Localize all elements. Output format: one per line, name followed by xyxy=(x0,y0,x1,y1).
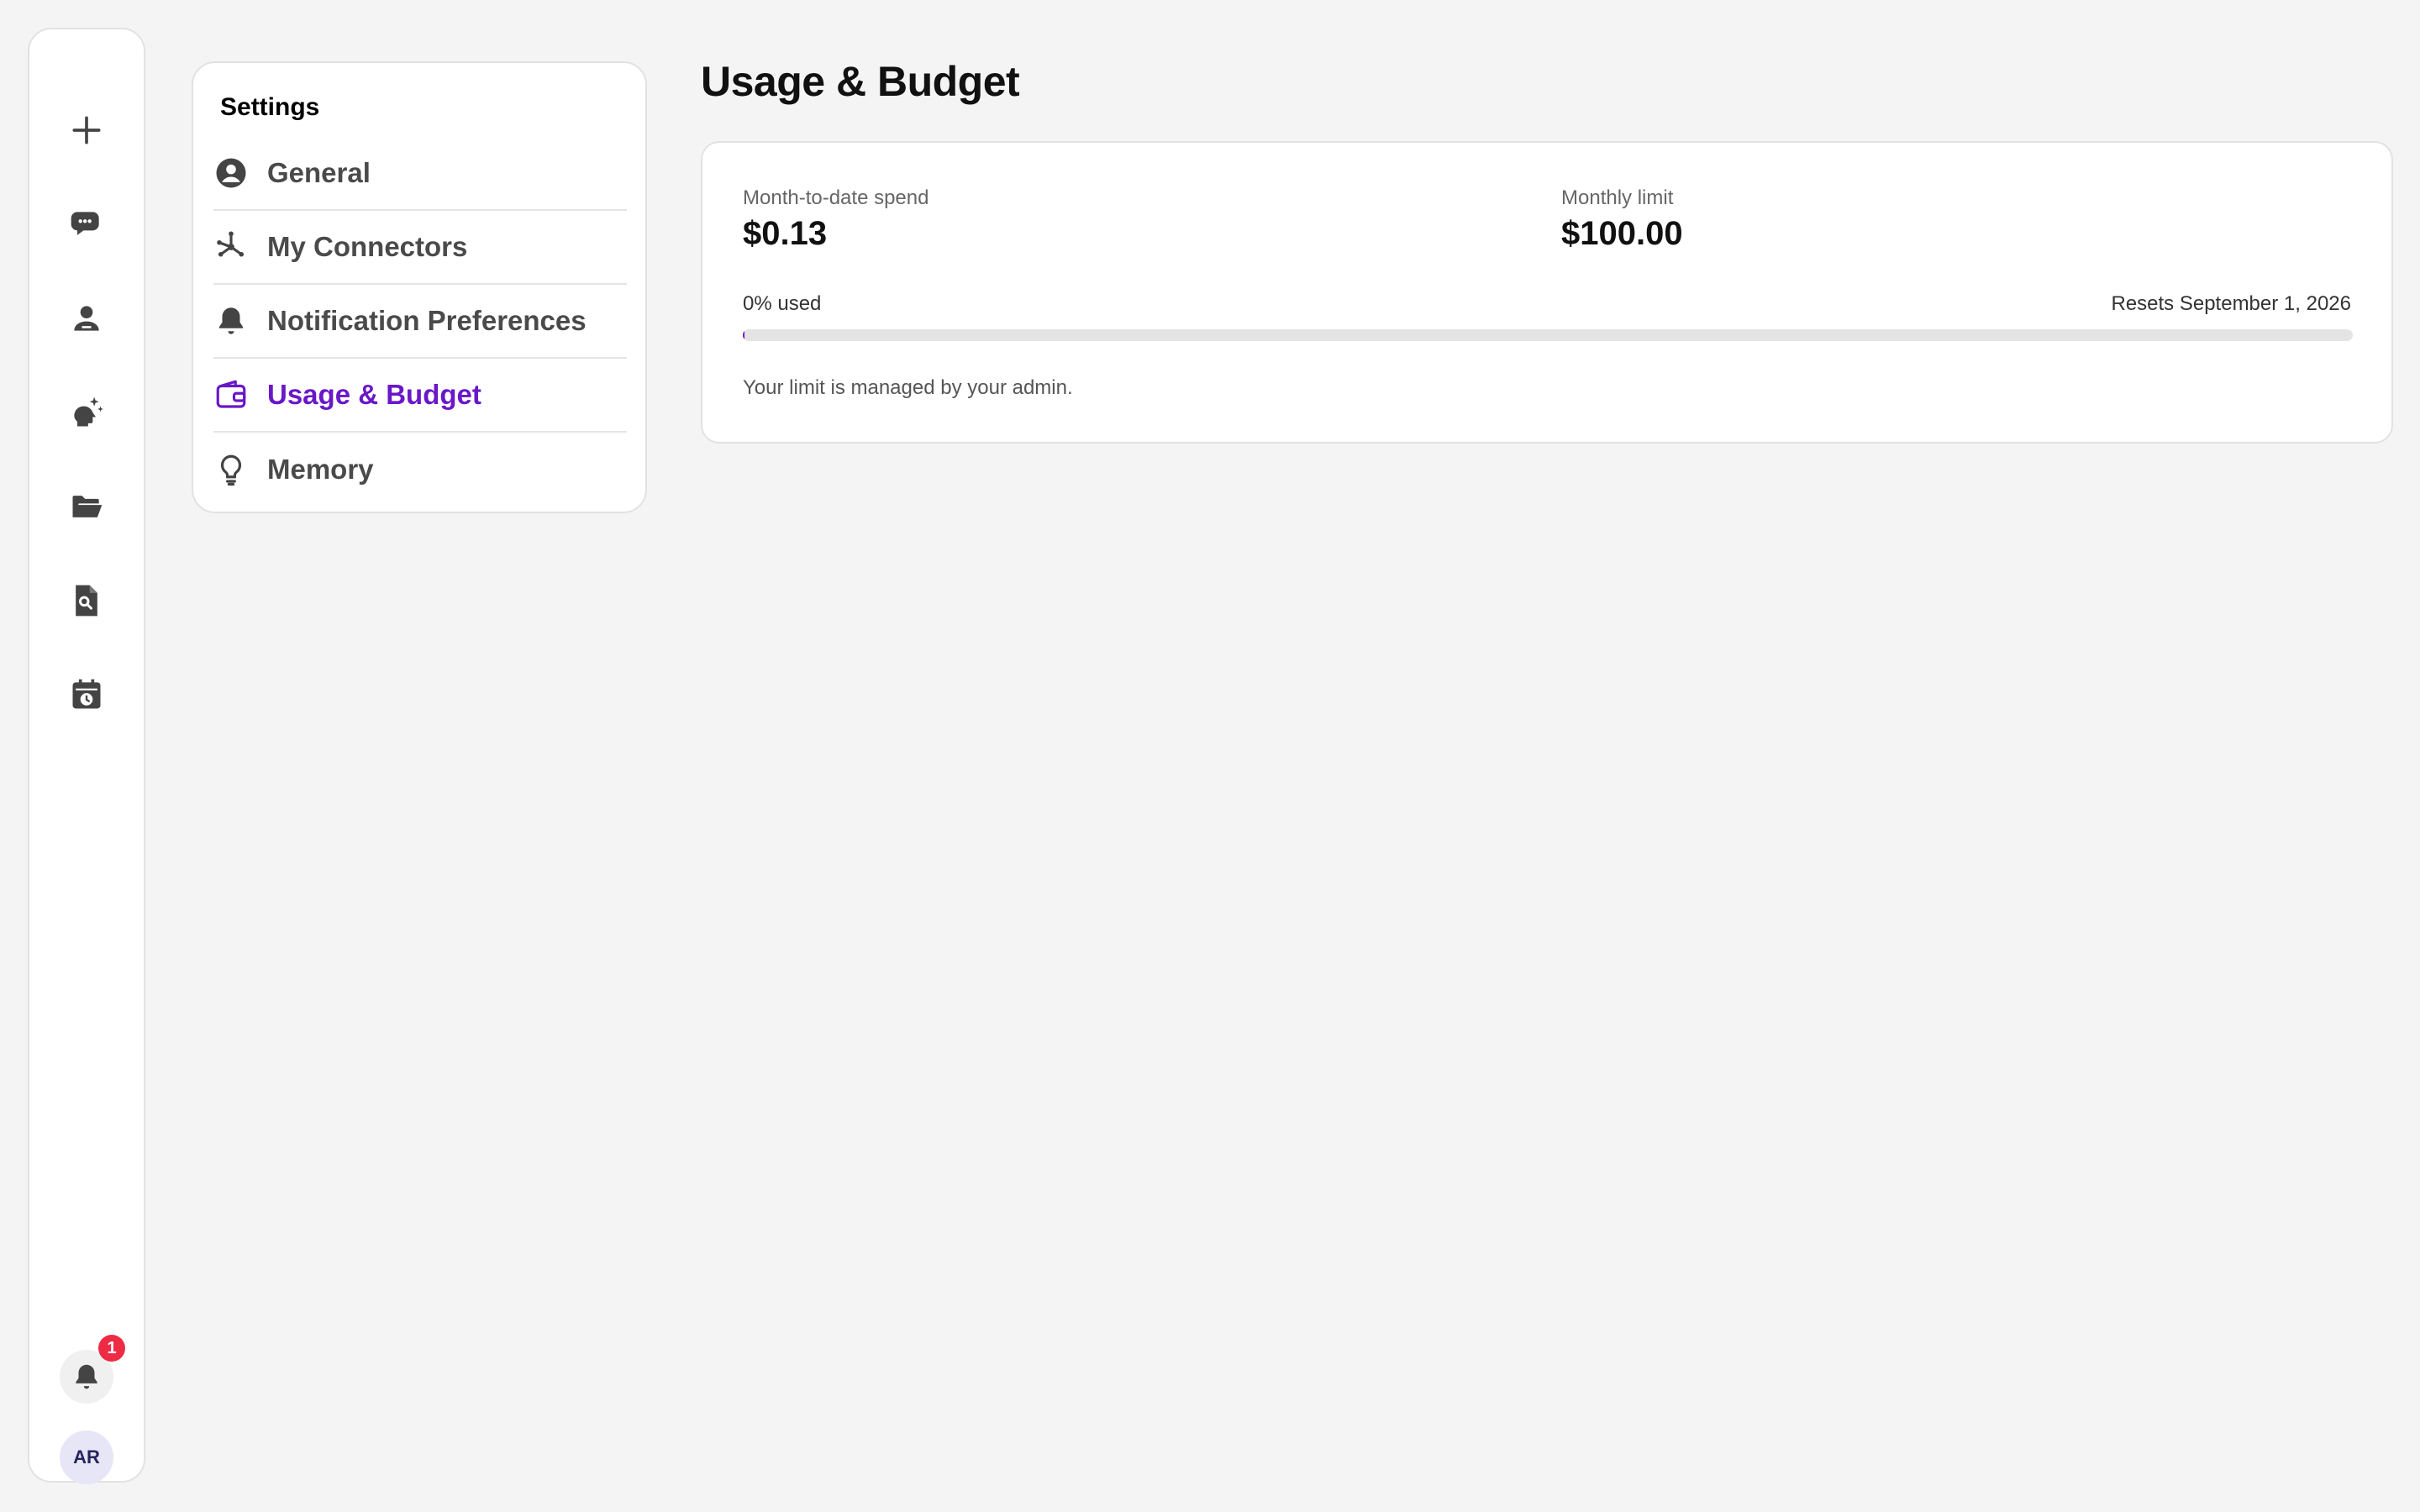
spend-label: Month-to-date spend xyxy=(743,186,929,209)
calendar-clock-icon xyxy=(72,679,101,709)
limit-managed-note: Your limit is managed by your admin. xyxy=(743,376,1073,399)
skills-button[interactable] xyxy=(60,386,113,439)
documents-button[interactable] xyxy=(60,574,113,627)
settings-item-my-connectors[interactable]: My Connectors xyxy=(213,211,627,285)
connectors-icon xyxy=(213,229,249,265)
settings-nav-panel: Settings General My Connectors Notificat… xyxy=(192,61,647,513)
settings-title: Settings xyxy=(220,93,320,121)
spend-value: $0.13 xyxy=(743,215,828,252)
notifications-button[interactable]: 1 xyxy=(60,1335,125,1404)
usage-progress-fill xyxy=(743,329,745,341)
new-chat-button[interactable] xyxy=(60,103,113,157)
settings-item-label: General xyxy=(267,157,371,188)
left-rail: 1 AR xyxy=(28,28,145,1484)
settings-item-general[interactable]: General xyxy=(213,137,627,211)
bell-icon xyxy=(213,303,249,339)
settings-item-label: Memory xyxy=(267,454,374,485)
notification-count-badge: 1 xyxy=(98,1335,125,1362)
settings-item-label: My Connectors xyxy=(267,231,468,262)
user-avatar[interactable]: AR xyxy=(60,1431,113,1484)
settings-item-memory[interactable]: Memory xyxy=(213,433,627,507)
sparkle-head-icon xyxy=(74,396,103,427)
usage-progress-bar xyxy=(743,329,2353,341)
user-circle-icon xyxy=(213,155,249,191)
settings-item-notification-preferences[interactable]: Notification Preferences xyxy=(213,285,627,359)
usage-budget-card: Month-to-date spend $0.13 Monthly limit … xyxy=(701,141,2393,444)
limit-value: $100.00 xyxy=(1561,215,1683,252)
page-title: Usage & Budget xyxy=(701,58,1020,105)
settings-item-usage-budget[interactable]: Usage & Budget xyxy=(213,359,627,433)
limit-label: Monthly limit xyxy=(1561,186,1674,209)
settings-nav-list: General My Connectors Notification Prefe… xyxy=(213,137,627,507)
chats-button[interactable] xyxy=(60,197,113,251)
projects-button[interactable] xyxy=(60,480,113,533)
file-search-icon xyxy=(76,585,97,617)
schedule-button[interactable] xyxy=(60,668,113,722)
folder-open-icon xyxy=(72,496,103,517)
lightbulb-icon xyxy=(213,452,249,487)
person-icon xyxy=(74,306,99,331)
chat-bubbles-icon xyxy=(71,212,99,235)
used-percentage-label: 0% used xyxy=(743,292,822,315)
wallet-icon xyxy=(213,377,249,412)
plus-icon xyxy=(72,116,101,144)
settings-item-label: Usage & Budget xyxy=(267,379,481,410)
settings-item-label: Notification Preferences xyxy=(267,305,587,336)
bell-icon xyxy=(76,1364,97,1389)
agents-button[interactable] xyxy=(60,291,113,345)
resets-date-label: Resets September 1, 2026 xyxy=(2111,292,2351,315)
